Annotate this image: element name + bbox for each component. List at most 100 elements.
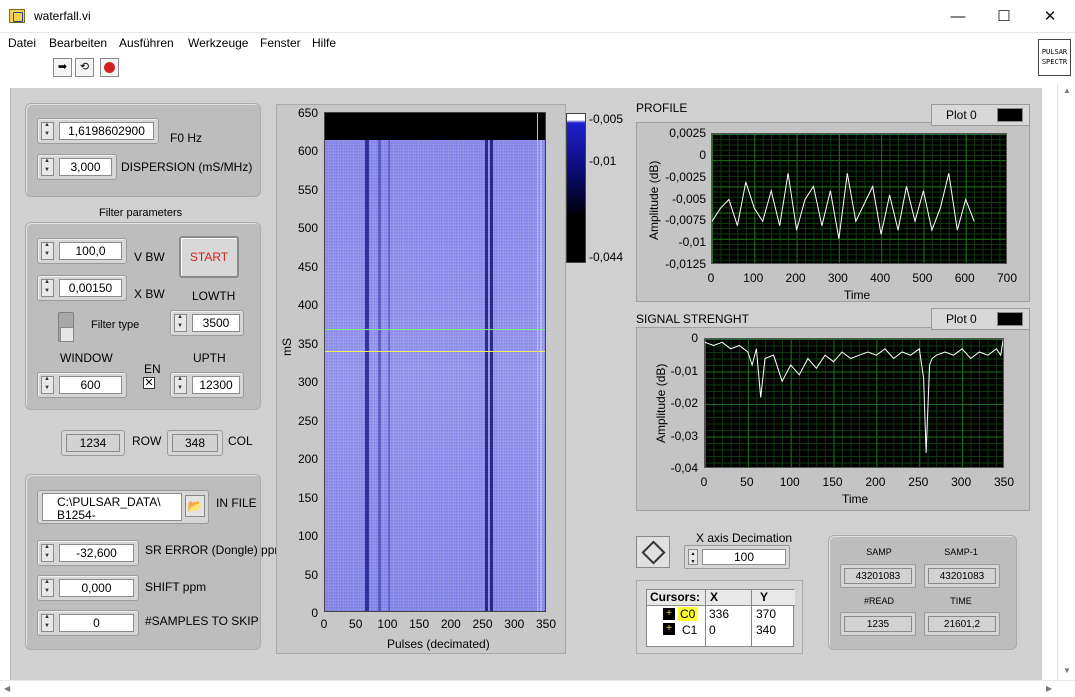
- waterfall-empty-region: [325, 113, 545, 140]
- menu-bearbeiten[interactable]: Bearbeiten: [49, 36, 107, 50]
- cursor-legend[interactable]: Cursors: X Y + C0 336 370 + C1 0 340: [646, 589, 795, 647]
- lowth-spinner[interactable]: [174, 314, 187, 332]
- signal-legend[interactable]: Plot 0: [931, 308, 1030, 330]
- cursor-c0-horizontal[interactable]: [325, 329, 545, 330]
- signal-x-tick: 50: [740, 475, 754, 489]
- sr-error-label: SR ERROR (Dongle) ppm: [145, 543, 285, 557]
- graph-navigation-icon[interactable]: [636, 536, 670, 568]
- skip-spinner[interactable]: [41, 614, 54, 632]
- color-scale-bar[interactable]: [566, 113, 586, 263]
- f0-field[interactable]: 1,6198602900: [59, 122, 154, 140]
- skip-control[interactable]: 0: [37, 610, 139, 636]
- window-control[interactable]: 600: [37, 372, 127, 398]
- xbw-field[interactable]: 0,00150: [59, 279, 122, 297]
- xbw-control[interactable]: 0,00150: [37, 275, 127, 301]
- in-file-path-control[interactable]: C:\PULSAR_DATA\ B1254- 📂: [37, 490, 209, 524]
- profile-x-tick: 500: [912, 271, 933, 285]
- profile-legend[interactable]: Plot 0: [931, 104, 1030, 126]
- col-indicator: 348: [167, 430, 223, 456]
- dispersion-control[interactable]: 3,000: [37, 154, 117, 180]
- cursor-c1-crosshair-icon[interactable]: +: [663, 623, 675, 635]
- shift-field[interactable]: 0,000: [59, 579, 134, 597]
- signal-y-label: Amplitude (dB): [654, 363, 668, 443]
- start-button[interactable]: START: [179, 236, 239, 278]
- in-file-path-field[interactable]: C:\PULSAR_DATA\ B1254-: [42, 493, 182, 522]
- profile-y-label: Amplitude (dB): [647, 160, 661, 240]
- signal-plot-area[interactable]: [704, 338, 1004, 468]
- vbw-field[interactable]: 100,0: [59, 242, 122, 260]
- run-continuously-icon[interactable]: ⟲: [75, 58, 94, 77]
- waterfall-plot-area[interactable]: [324, 112, 546, 612]
- close-button[interactable]: ✕: [1027, 0, 1073, 33]
- scroll-right-icon[interactable]: ▶: [1046, 684, 1052, 693]
- shift-spinner[interactable]: [41, 579, 54, 597]
- cursor-c0-name[interactable]: C0: [678, 607, 698, 621]
- menu-ausfuehren[interactable]: Ausführen: [119, 36, 174, 50]
- upth-spinner[interactable]: [174, 376, 187, 394]
- dispersion-field[interactable]: 3,000: [59, 158, 112, 176]
- menu-fenster[interactable]: Fenster: [260, 36, 301, 50]
- waterfall-x-tick: 250: [472, 617, 493, 631]
- toolbar: [0, 53, 1075, 83]
- folder-browse-icon[interactable]: 📂: [185, 495, 205, 517]
- decimation-field[interactable]: 100: [702, 549, 786, 565]
- waterfall-y-tick: 50: [304, 567, 318, 582]
- read-indicator: 1235: [840, 612, 916, 636]
- sr-error-field[interactable]: -32,600: [59, 544, 134, 562]
- f0-control[interactable]: 1,6198602900: [37, 118, 159, 144]
- waterfall-x-tick: 50: [349, 617, 363, 631]
- vertical-scrollbar[interactable]: ▲ ▼: [1057, 84, 1075, 680]
- column-divider: [751, 606, 752, 647]
- horizontal-scrollbar[interactable]: ◀ ▶: [0, 680, 1075, 697]
- cursor-c1-name[interactable]: C1: [682, 623, 697, 637]
- dispersion-label: DISPERSION (mS/MHz): [121, 160, 253, 174]
- lowth-control[interactable]: 3500: [170, 310, 244, 336]
- cursor-c0-vertical[interactable]: [537, 113, 538, 611]
- skip-field[interactable]: 0: [59, 614, 134, 632]
- profile-x-tick: 400: [870, 271, 891, 285]
- cursor-c1-horizontal[interactable]: [325, 351, 545, 352]
- menu-hilfe[interactable]: Hilfe: [312, 36, 336, 50]
- signal-x-label: Time: [842, 492, 869, 506]
- maximize-button[interactable]: ☐: [981, 0, 1027, 33]
- vbw-spinner[interactable]: [41, 242, 54, 260]
- signal-legend-label: Plot 0: [946, 312, 977, 326]
- f0-spinner[interactable]: [41, 122, 54, 140]
- vbw-control[interactable]: 100,0: [37, 238, 127, 264]
- profile-y-tick: 0,0025: [669, 126, 706, 140]
- filter-type-toggle[interactable]: [58, 312, 74, 342]
- menu-werkzeuge[interactable]: Werkzeuge: [188, 36, 248, 50]
- decimation-label: X axis Decimation: [696, 531, 793, 545]
- window-field[interactable]: 600: [59, 376, 122, 394]
- upth-label: UPTH: [193, 351, 226, 365]
- xbw-spinner[interactable]: [41, 279, 54, 297]
- window-spinner[interactable]: [41, 376, 54, 394]
- upth-field[interactable]: 12300: [192, 376, 240, 394]
- waterfall-x-label: Pulses (decimated): [387, 637, 490, 651]
- decimation-spinner[interactable]: ▲ ▼: [688, 549, 698, 565]
- shift-control[interactable]: 0,000: [37, 575, 139, 601]
- cursor-c0-crosshair-icon[interactable]: +: [663, 608, 675, 620]
- upth-control[interactable]: 12300: [170, 372, 244, 398]
- abort-button[interactable]: [100, 58, 119, 77]
- sr-error-spinner[interactable]: [41, 544, 54, 562]
- filter-parameters-title: Filter parameters: [99, 207, 183, 219]
- waterfall-x-tick: 0: [320, 617, 328, 631]
- en-checkbox[interactable]: ✕: [143, 377, 155, 389]
- profile-plot-area[interactable]: [711, 133, 1007, 264]
- signal-y-tick: -0,04: [670, 461, 698, 475]
- scroll-left-icon[interactable]: ◀: [4, 684, 10, 693]
- samp1-value: 43201083: [928, 568, 996, 584]
- scroll-up-icon[interactable]: ▲: [1063, 86, 1071, 95]
- lowth-field[interactable]: 3500: [192, 314, 240, 332]
- run-arrow-icon[interactable]: ➡: [53, 58, 72, 77]
- menu-datei[interactable]: Datei: [8, 36, 36, 50]
- scroll-down-icon[interactable]: ▼: [1063, 666, 1071, 675]
- dispersion-spinner[interactable]: [41, 158, 54, 176]
- minimize-button[interactable]: —: [935, 0, 981, 33]
- sr-error-control[interactable]: -32,600: [37, 540, 139, 566]
- decimation-control[interactable]: ▲ ▼ 100: [684, 545, 790, 569]
- samp-indicator: 43201083: [840, 564, 916, 588]
- series-line-plot-0: [712, 173, 975, 239]
- shift-label: SHIFT ppm: [145, 580, 207, 594]
